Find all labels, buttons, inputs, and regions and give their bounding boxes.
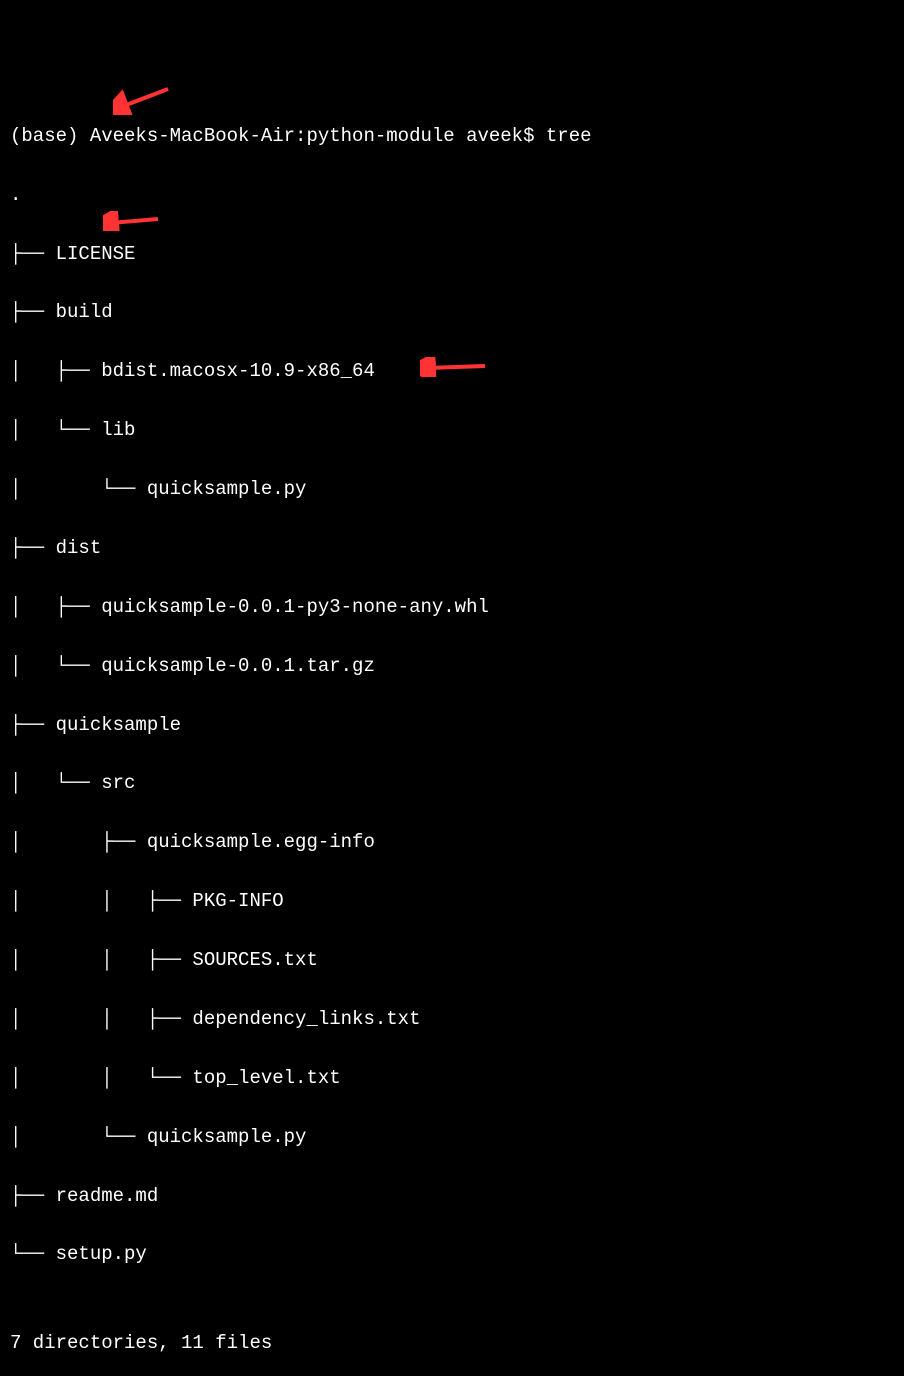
tree-summary: 7 directories, 11 files [10,1329,894,1358]
tree-line-whl: │ ├── quicksample-0.0.1-py3-none-any.whl [10,593,894,622]
tree-line-license: ├── LICENSE [10,240,894,269]
tree-line-lib: │ └── lib [10,416,894,445]
tree-line-targz: │ └── quicksample-0.0.1.tar.gz [10,652,894,681]
tree-line-setup: └── setup.py [10,1240,894,1269]
arrow-annotation-build [113,85,173,115]
tree-line-src: │ └── src [10,769,894,798]
tree-line-quicksample-dir: ├── quicksample [10,711,894,740]
tree-line-build: ├── build [10,298,894,327]
tree-line-pkginfo: │ │ ├── PKG-INFO [10,887,894,916]
arrow-annotation-dist [103,211,163,231]
tree-line-readme: ├── readme.md [10,1182,894,1211]
tree-line-dist: ├── dist [10,534,894,563]
tree-line-toplevel: │ │ └── top_level.txt [10,1064,894,1093]
tree-line-bdist: │ ├── bdist.macosx-10.9-x86_64 [10,357,894,386]
tree-line-src-quicksample: │ └── quicksample.py [10,1123,894,1152]
prompt-line-1: (base) Aveeks-MacBook-Air:python-module … [10,122,894,151]
tree-line-sources: │ │ ├── SOURCES.txt [10,946,894,975]
tree-line-egginfo: │ ├── quicksample.egg-info [10,828,894,857]
tree-root: . [10,181,894,210]
tree-line-deplinks: │ │ ├── dependency_links.txt [10,1005,894,1034]
tree-line-lib-quicksample: │ └── quicksample.py [10,475,894,504]
